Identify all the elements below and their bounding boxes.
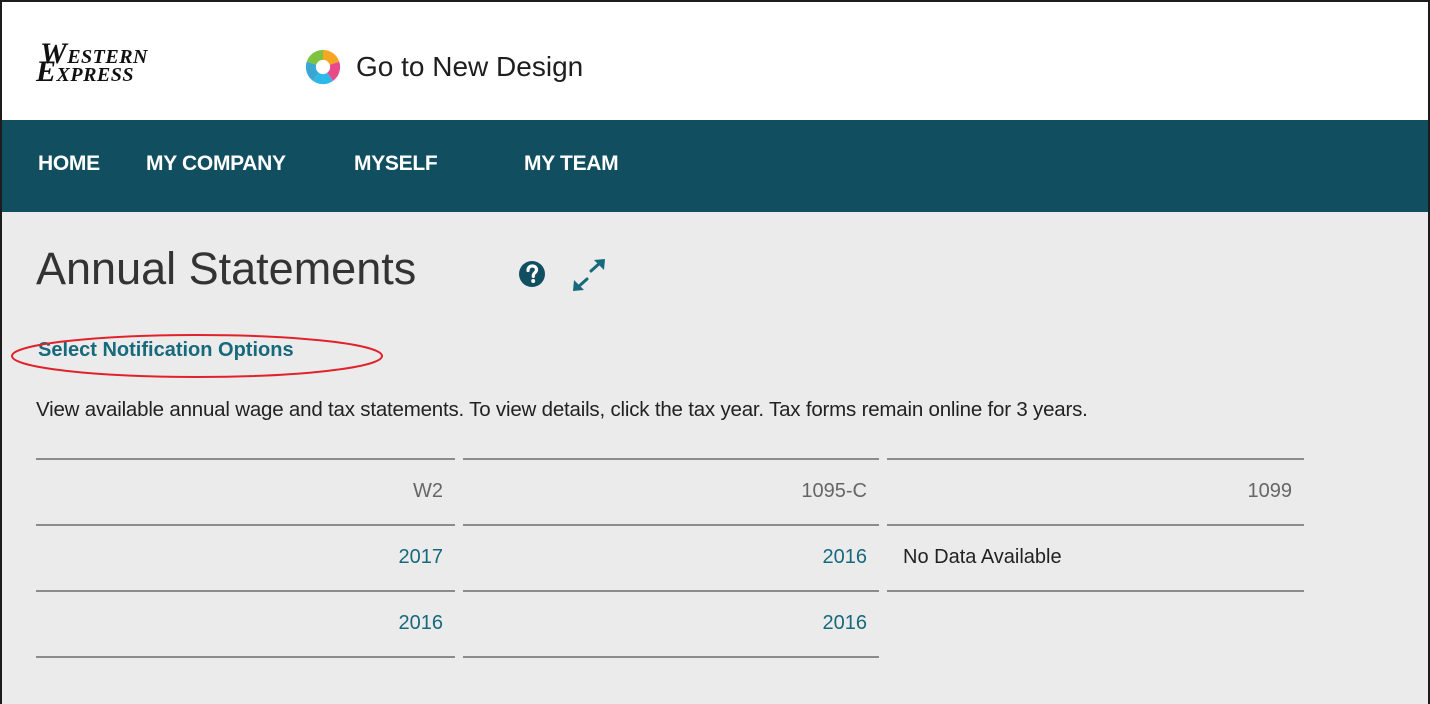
nav-item-home[interactable]: HOME	[38, 152, 100, 176]
main-navigation: HOME MY COMPANY MYSELF MY TEAM	[2, 120, 1428, 212]
table-row: 2016	[463, 590, 879, 656]
table-row: 2016	[36, 590, 455, 656]
logo-line-bottom: EXPRESS	[36, 55, 134, 88]
table-row: 2016	[463, 524, 879, 590]
nav-item-my-company[interactable]: MY COMPANY	[146, 152, 286, 176]
western-express-logo[interactable]: WESTERN EXPRESS	[32, 39, 202, 99]
column-header-1099: 1099	[887, 458, 1304, 524]
nav-item-my-team[interactable]: MY TEAM	[524, 152, 619, 176]
w2-year-link[interactable]: 2016	[399, 612, 444, 635]
1095c-year-link[interactable]: 2016	[823, 546, 868, 569]
row-divider	[36, 656, 455, 658]
w2-header-label: W2	[413, 480, 443, 502]
main-content: Annual Statements Select Notification Op…	[2, 212, 1428, 704]
row-divider	[463, 656, 879, 658]
1095c-year-link[interactable]: 2016	[823, 612, 868, 635]
help-circle-icon[interactable]	[516, 258, 548, 290]
select-notification-options-link[interactable]: Select Notification Options	[38, 339, 294, 362]
page-title: Annual Statements	[36, 243, 417, 294]
column-header-1095c: 1095-C	[463, 458, 879, 524]
expand-arrows-icon[interactable]	[570, 258, 608, 292]
top-bar: WESTERN EXPRESS Go to New Design	[2, 2, 1428, 120]
w2-year-link[interactable]: 2017	[399, 546, 444, 569]
app-window: WESTERN EXPRESS Go to New Design HOME MY…	[0, 0, 1430, 704]
1099-header-label: 1099	[1247, 480, 1293, 502]
table-row: 2017	[36, 524, 455, 590]
1095c-header-label: 1095-C	[801, 480, 867, 502]
go-to-new-design-link[interactable]: Go to New Design	[304, 47, 583, 87]
new-design-label: Go to New Design	[356, 51, 584, 82]
color-wheel-icon	[305, 49, 341, 85]
row-divider	[887, 590, 1304, 592]
column-header-w2: W2	[36, 458, 455, 524]
nav-item-myself[interactable]: MYSELF	[354, 152, 438, 176]
no-data-message: No Data Available	[903, 546, 1062, 568]
table-row: No Data Available	[887, 524, 1304, 590]
description-text: View available annual wage and tax state…	[36, 398, 1088, 421]
